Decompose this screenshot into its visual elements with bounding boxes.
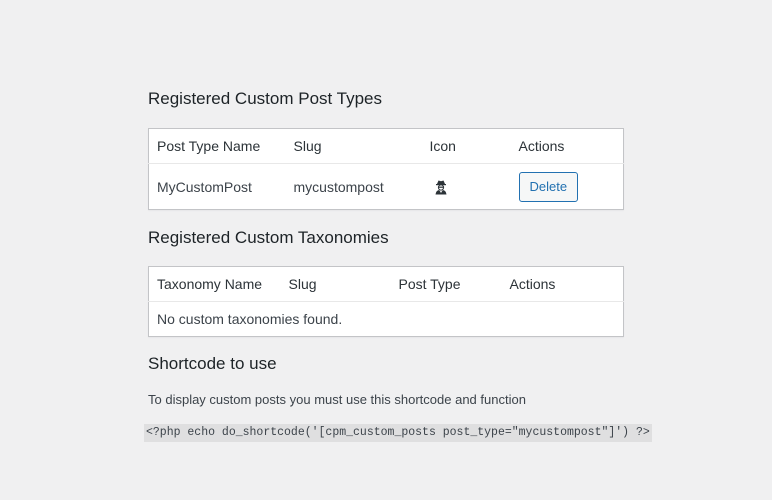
shortcode-heading: Shortcode to use	[148, 354, 277, 373]
shortcode-code: <?php echo do_shortcode('[cpm_custom_pos…	[144, 424, 652, 442]
table-row: MyCustomPost mycustompost Delete	[149, 164, 624, 210]
table-header-row: Taxonomy Name Slug Post Type Actions	[148, 266, 624, 302]
post-type-name: MyCustomPost	[157, 178, 252, 195]
column-header-slug: Slug	[285, 128, 422, 164]
taxonomies-heading: Registered Custom Taxonomies	[148, 228, 389, 247]
table-header-row: Post Type Name Slug Icon Actions	[148, 128, 624, 164]
post-type-actions-cell: Delete	[511, 164, 624, 210]
post-type-icon-cell	[422, 164, 511, 210]
column-header-post-type: Post Type	[390, 266, 502, 302]
column-header-icon: Icon	[421, 128, 511, 164]
shortcode-description: To display custom posts you must use thi…	[148, 392, 526, 407]
empty-message: No custom taxonomies found.	[157, 311, 343, 327]
column-header-actions: Actions	[501, 266, 624, 302]
taxonomies-table: Taxonomy Name Slug Post Type Actions No …	[148, 266, 624, 337]
column-header-taxonomy-name: Taxonomy Name	[148, 266, 281, 302]
column-header-slug: Slug	[280, 266, 391, 302]
table-row: No custom taxonomies found.	[149, 302, 624, 337]
user-secret-icon	[430, 179, 503, 195]
post-types-table: Post Type Name Slug Icon Actions MyCusto…	[148, 128, 624, 210]
post-types-heading: Registered Custom Post Types	[148, 89, 383, 108]
column-header-post-type-name: Post Type Name	[148, 128, 286, 164]
post-type-slug: mycustompost	[293, 178, 384, 195]
delete-button[interactable]: Delete	[518, 171, 579, 202]
column-header-actions: Actions	[510, 128, 624, 164]
